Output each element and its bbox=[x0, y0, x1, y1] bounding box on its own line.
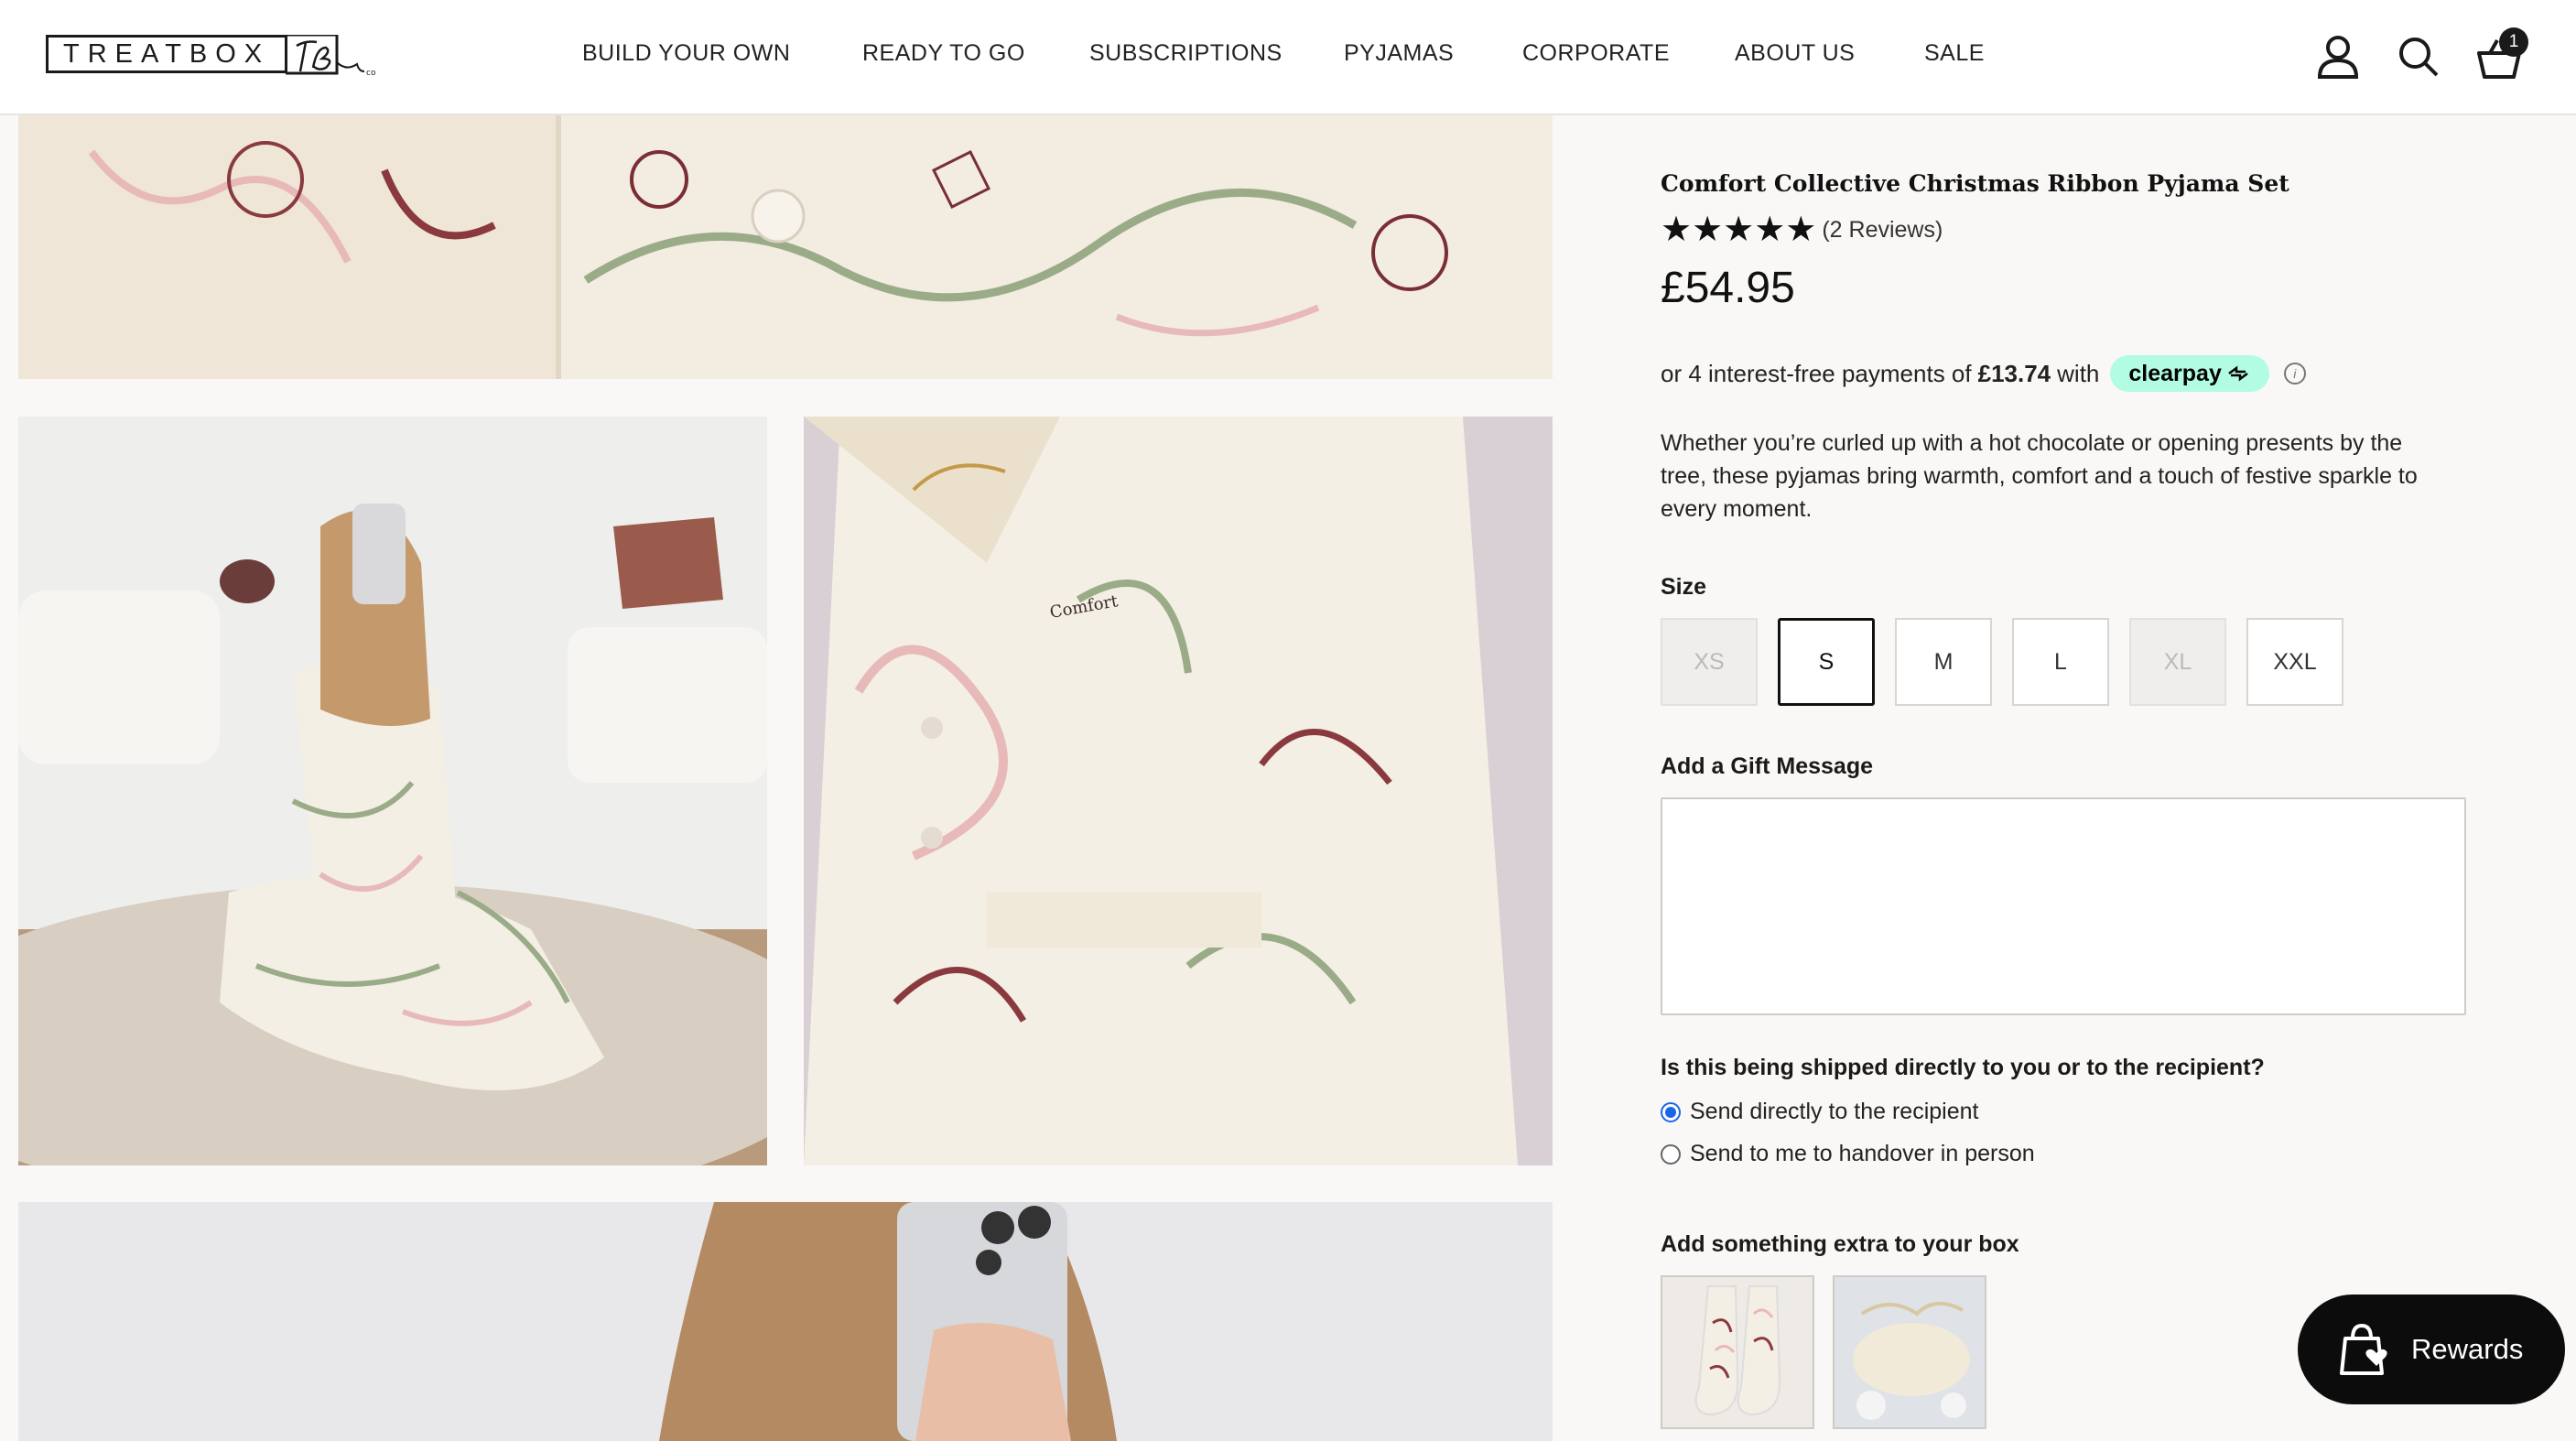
shopping-bag-heart-icon bbox=[2340, 1323, 2387, 1375]
search-icon[interactable] bbox=[2393, 29, 2444, 84]
size-option-xxl[interactable]: XXL bbox=[2246, 618, 2343, 706]
shipping-option-handover[interactable]: Send to me to handover in person bbox=[1661, 1141, 2035, 1167]
clearpay-with: with bbox=[2057, 359, 2100, 387]
main-nav: BUILD YOUR OWN READY TO GO SUBSCRIPTIONS… bbox=[0, 40, 2576, 77]
shipping-option-label: Send to me to handover in person bbox=[1690, 1141, 2035, 1166]
size-option-m[interactable]: M bbox=[1895, 618, 1992, 706]
nav-subscriptions[interactable]: SUBSCRIPTIONS bbox=[1089, 40, 1283, 67]
site-header: TREATBOX co BUILD YOUR OWN READY TO GO S… bbox=[0, 0, 2576, 115]
extras-label: Add something extra to your box bbox=[1661, 1231, 2019, 1257]
cart-count-badge: 1 bbox=[2499, 27, 2528, 57]
size-option-xs[interactable]: XS bbox=[1661, 618, 1758, 706]
rewards-label: Rewards bbox=[2411, 1333, 2524, 1365]
size-label: Size bbox=[1661, 574, 1707, 600]
reviews-count[interactable]: (2 Reviews) bbox=[1822, 217, 1943, 244]
nav-corporate[interactable]: CORPORATE bbox=[1522, 40, 1670, 67]
size-option-s[interactable]: S bbox=[1778, 618, 1875, 706]
product-description: Whether you’re curled up with a hot choc… bbox=[1661, 430, 2418, 522]
nav-build-your-own[interactable]: BUILD YOUR OWN bbox=[582, 40, 790, 67]
gift-message-textarea[interactable] bbox=[1661, 797, 2466, 1015]
extra-item-eye-mask[interactable] bbox=[1833, 1275, 1986, 1429]
radio-button-checked[interactable] bbox=[1661, 1101, 1681, 1122]
product-price: £54.95 bbox=[1661, 264, 1795, 312]
radio-button[interactable] bbox=[1661, 1143, 1681, 1165]
clearpay-badge[interactable]: clearpay bbox=[2110, 355, 2269, 392]
size-option-xl[interactable]: XL bbox=[2129, 618, 2226, 706]
star-rating-icons: ★★★★★ bbox=[1661, 211, 1817, 249]
nav-about-us[interactable]: ABOUT US bbox=[1735, 40, 1855, 67]
extra-item-socks[interactable] bbox=[1661, 1275, 1814, 1429]
account-icon[interactable] bbox=[2312, 29, 2364, 84]
shipping-option-recipient[interactable]: Send directly to the recipient bbox=[1661, 1099, 1978, 1125]
clearpay-arrows-icon bbox=[2228, 365, 2248, 382]
shipping-question: Is this being shipped directly to you or… bbox=[1661, 1055, 2265, 1080]
product-photo-model-seated[interactable] bbox=[18, 417, 767, 1165]
product-photo-mirror-selfie[interactable] bbox=[18, 1202, 1553, 1441]
rewards-launcher-button[interactable]: Rewards bbox=[2298, 1295, 2565, 1404]
clearpay-amount: £13.74 bbox=[1977, 359, 2051, 387]
rating[interactable]: ★★★★★ (2 Reviews) bbox=[1661, 212, 1943, 247]
shipping-option-label: Send directly to the recipient bbox=[1690, 1099, 1979, 1124]
nav-pyjamas[interactable]: PYJAMAS bbox=[1344, 40, 1454, 67]
product-photo-shirt-detail[interactable]: Comfort bbox=[804, 417, 1553, 1165]
nav-ready-to-go[interactable]: READY TO GO bbox=[862, 40, 1025, 67]
size-option-l[interactable]: L bbox=[2012, 618, 2109, 706]
product-title: Comfort Collective Christmas Ribbon Pyja… bbox=[1661, 170, 2289, 197]
nav-sale[interactable]: SALE bbox=[1924, 40, 1985, 67]
clearpay-info-icon[interactable]: i bbox=[2283, 363, 2306, 385]
product-photo-fabric-closeup[interactable] bbox=[18, 115, 1553, 379]
gift-message-label: Add a Gift Message bbox=[1661, 753, 1873, 779]
clearpay-prefix: or 4 interest-free payments of bbox=[1661, 359, 1972, 387]
clearpay-message: or 4 interest-free payments of £13.74 wi… bbox=[1661, 355, 2306, 392]
clearpay-brand: clearpay bbox=[2128, 360, 2222, 386]
